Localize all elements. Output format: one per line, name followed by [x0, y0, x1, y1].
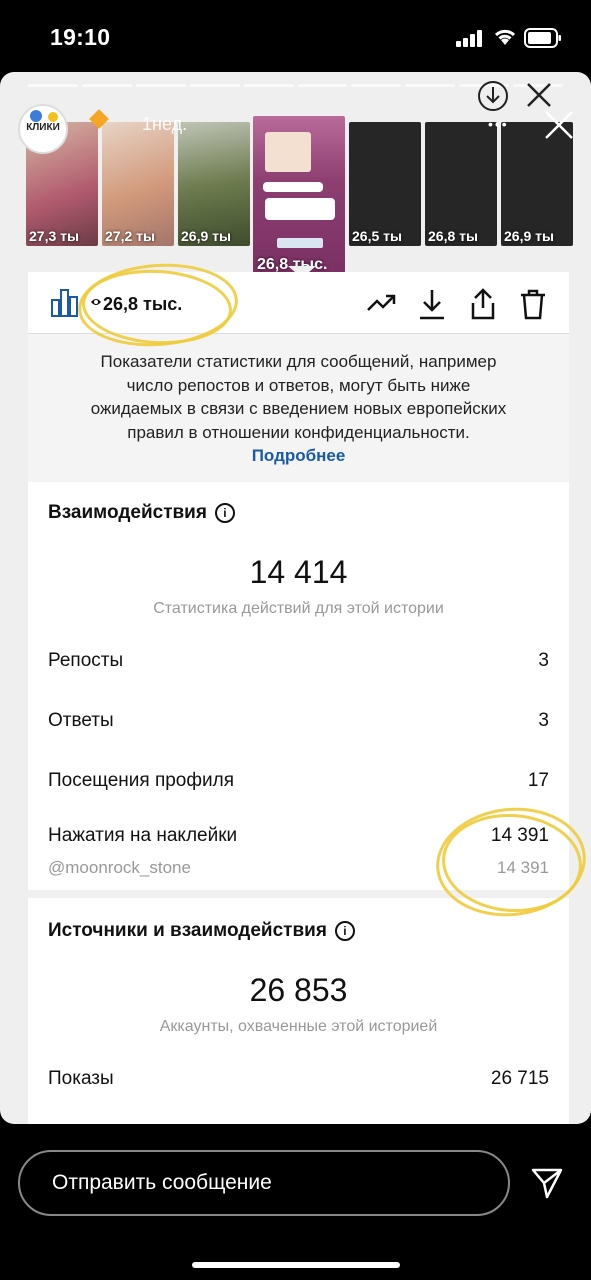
stat-label-impressions: Показы	[48, 1068, 114, 1089]
status-bar: 19:10	[0, 0, 591, 72]
thumbnail-views: 26,8 ты	[428, 228, 478, 244]
story-thumbnail-selected[interactable]: 26,8 тыс.	[253, 116, 345, 278]
bar-chart-icon[interactable]	[50, 288, 80, 318]
share-icon[interactable]	[469, 288, 497, 320]
notice-line: число репостов и ответов, могут быть ниж…	[126, 375, 471, 395]
download-icon[interactable]	[419, 288, 445, 320]
send-message-input[interactable]: Отправить сообщение	[18, 1150, 510, 1216]
promote-trend-icon[interactable]	[366, 288, 398, 316]
status-time: 19:10	[50, 24, 111, 50]
story-thumbnail[interactable]: 26,8 ты	[425, 122, 497, 246]
reach-total: 26 853	[249, 972, 348, 1008]
battery-icon	[524, 28, 561, 48]
story-insights-card: 27,3 ты 27,2 ты 26,9 ты 26,8 тыс. 26,5 т…	[0, 72, 591, 1124]
trash-icon[interactable]	[520, 288, 546, 320]
avatar[interactable]: КЛИКИ	[18, 104, 68, 154]
learn-more-link[interactable]: Подробнее	[28, 444, 569, 468]
stat-label-replies: Ответы	[48, 710, 114, 731]
stat-label-sticker-taps: Нажатия на наклейки	[48, 825, 238, 846]
stat-value-replies: 3	[538, 710, 549, 731]
thumbnail-views: 26,9 ты	[181, 228, 231, 244]
sticker-mention-label[interactable]: @moonrock_stone	[48, 858, 191, 878]
thumbnail-image	[265, 132, 311, 172]
thumbnail-views: 26,9 ты	[504, 228, 554, 244]
more-icon[interactable]: •••	[488, 116, 509, 132]
notice-line: правил в отношении конфиденциальности.	[127, 422, 470, 442]
notice-line: Показатели статистики для сообщений, нап…	[100, 352, 497, 371]
stat-value-profile-visits: 17	[527, 770, 549, 791]
story-thumbnail[interactable]: 26,5 ты	[349, 122, 421, 246]
close-icon[interactable]	[542, 108, 576, 142]
thumbnail-sticker	[277, 238, 323, 248]
reach-subtitle: Аккаунты, охваченные этой историей	[159, 1018, 438, 1035]
thumbnail-views: 26,5 ты	[352, 228, 402, 244]
interactions-title: Взаимодействия i	[48, 502, 235, 524]
story-time-ago: 1нед.	[142, 114, 188, 134]
interactions-total: 14 414	[249, 554, 348, 590]
download-circle-icon[interactable]	[477, 80, 509, 112]
story-thumbnail[interactable]: 26,9 ты	[178, 122, 250, 246]
avatar-label: КЛИКИ	[26, 122, 60, 133]
signal-icon	[456, 30, 484, 47]
send-icon[interactable]	[530, 1166, 564, 1200]
interactions-subtitle: Статистика действий для этой истории	[153, 600, 444, 617]
insights-panel: Взаимодействия i 14 414 Статистика действ…	[28, 482, 569, 1124]
info-icon[interactable]: i	[214, 502, 235, 523]
notice-line: ожидаемых в связи с введением новых евро…	[90, 399, 507, 418]
stat-label-profile-visits: Посещения профиля	[48, 770, 234, 791]
stat-label-reposts: Репосты	[48, 650, 124, 671]
stat-value-reposts: 3	[538, 650, 549, 671]
wifi-icon	[494, 29, 516, 45]
home-indicator	[192, 1262, 400, 1268]
stat-value-impressions: 26 715	[490, 1068, 549, 1089]
privacy-notice: Показатели статистики для сообщений, нап…	[28, 334, 569, 482]
thumbnail-bubble	[263, 182, 323, 192]
thumbnail-bubble	[265, 198, 335, 220]
interactions-title-text: Взаимодействия	[48, 502, 207, 523]
story-thumbnail[interactable]: 27,2 ты	[102, 122, 174, 246]
thumbnail-views: 27,3 ты	[29, 228, 79, 244]
thumbnail-views: 27,2 ты	[105, 228, 155, 244]
close-icon[interactable]	[524, 80, 554, 110]
reach-title: Источники и взаимодействия i	[48, 920, 355, 942]
reach-title-text: Источники и взаимодействия	[48, 920, 327, 941]
info-icon[interactable]: i	[334, 920, 355, 941]
story-thumbnails: 27,3 ты 27,2 ты 26,9 ты 26,8 тыс. 26,5 т…	[0, 116, 591, 278]
